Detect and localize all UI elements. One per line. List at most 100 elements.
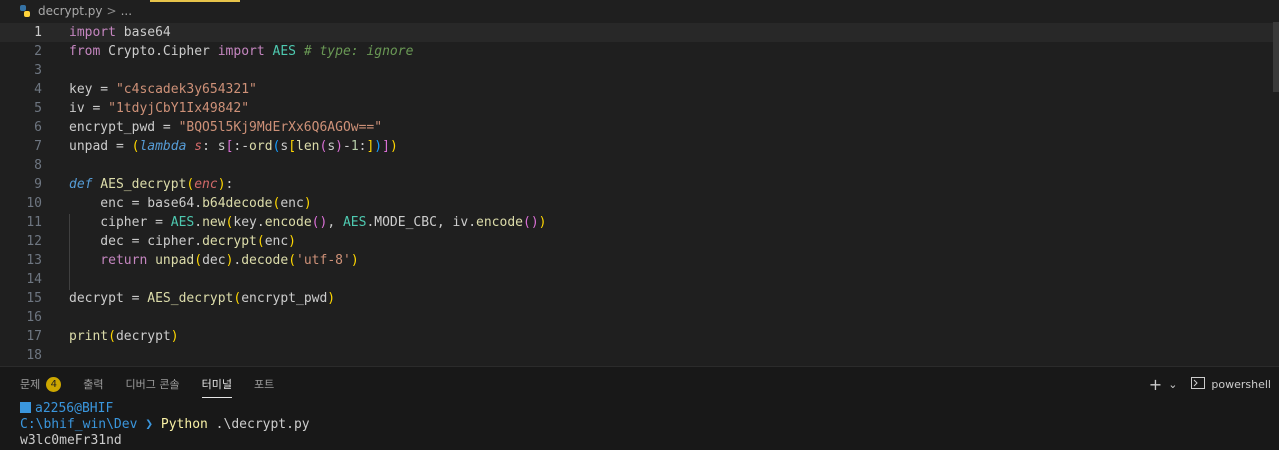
panel-tabs: 문제 4 출력 디버그 콘솔 터미널 포트 [20, 375, 296, 398]
breadcrumb-more[interactable]: ... [121, 4, 132, 18]
code-line[interactable]: 11 cipher = AES.new(key.encode(), AES.MO… [0, 213, 1279, 232]
code-token: . [194, 215, 203, 230]
code-token: iv = [69, 101, 109, 116]
code-token: "BQO5l5Kj9MdErXx6Q6AGOw==" [178, 120, 383, 135]
code-text: key = "c4scadek3y654321" [69, 80, 257, 99]
code-line[interactable]: 8 [0, 156, 1279, 175]
code-line[interactable]: 15 decrypt = AES_decrypt(encrypt_pwd) [0, 289, 1279, 308]
line-number: 13 [26, 253, 42, 268]
code-token: AES [170, 215, 195, 230]
line-number: 7 [34, 139, 42, 154]
code-line[interactable]: 1 import base64 [0, 23, 1279, 42]
terminal-command: Python [160, 417, 208, 432]
code-token: # type: ignore [296, 44, 414, 59]
line-number: 5 [34, 101, 42, 116]
terminal-output[interactable]: a2256@BHIF C:\bhif_win\Dev ❯ Python .\de… [20, 401, 310, 449]
code-token: encrypt_pwd [241, 291, 328, 306]
code-token: ) [288, 234, 296, 249]
code-token: "1tdyjCbY1Ix49842" [108, 101, 250, 116]
code-token: encode [264, 215, 312, 230]
code-line[interactable]: 9 def AES_decrypt(enc): [0, 175, 1279, 194]
code-token: enc [264, 234, 289, 249]
breadcrumb: decrypt.py > ... [0, 0, 1279, 22]
code-token: len [296, 139, 320, 154]
tab-problems[interactable]: 문제 4 [20, 375, 62, 397]
new-terminal-button[interactable]: + [1149, 375, 1162, 394]
code-token: enc [280, 196, 304, 211]
code-token: : [225, 177, 234, 192]
code-token: AES_decrypt [147, 291, 234, 306]
code-token: ) [538, 215, 547, 230]
code-line[interactable]: 12 dec = cipher.decrypt(enc) [0, 232, 1279, 251]
code-text: import base64 [69, 23, 171, 42]
code-token: ) [303, 196, 312, 211]
code-token: ( [194, 253, 203, 268]
line-number: 9 [34, 177, 42, 192]
code-text: dec = cipher.decrypt(enc) [69, 232, 296, 251]
code-text: cipher = AES.new(key.encode(), AES.MODE_… [69, 213, 546, 232]
tab-ports[interactable]: 포트 [254, 375, 274, 397]
terminal-shell-label[interactable]: powershell [1211, 378, 1271, 391]
code-line[interactable]: 3 [0, 61, 1279, 80]
code-token: def [69, 177, 93, 192]
tab-debug-console[interactable]: 디버그 콘솔 [126, 375, 180, 397]
code-text: from Crypto.Cipher import AES # type: ig… [69, 42, 413, 61]
line-number: 1 [34, 25, 42, 40]
breadcrumb-file[interactable]: decrypt.py [38, 4, 103, 18]
code-token: b64decode [202, 196, 273, 211]
code-line[interactable]: 14 [0, 270, 1279, 289]
code-token: key = [69, 82, 116, 97]
code-token: ) [217, 177, 226, 192]
code-line[interactable]: 5 iv = "1tdyjCbY1Ix49842" [0, 99, 1279, 118]
code-token: dec [202, 253, 226, 268]
line-number: 11 [26, 215, 42, 230]
code-line[interactable]: 18 [0, 346, 1279, 365]
code-line[interactable]: 16 [0, 308, 1279, 327]
editor-scrollbar[interactable] [1273, 22, 1279, 92]
code-token: [ [288, 139, 297, 154]
code-line[interactable]: 2 from Crypto.Cipher import AES # type: i… [0, 42, 1279, 61]
code-text: unpad = (lambda s: s[:-ord(s[len(s)-1:])… [69, 137, 398, 156]
code-token: ) [374, 139, 383, 154]
code-token: decrypt [115, 329, 171, 344]
tab-output[interactable]: 출력 [83, 375, 103, 397]
code-text: decrypt = AES_decrypt(encrypt_pwd) [69, 289, 335, 308]
code-token: () [523, 215, 539, 230]
code-token: , [327, 215, 343, 230]
terminal-prompt-icon [20, 402, 31, 413]
code-token: ord [249, 139, 273, 154]
code-token: cipher = [69, 215, 171, 230]
code-editor[interactable]: 1 import base64 2 from Crypto.Cipher import… [0, 22, 1279, 366]
line-number: 14 [26, 272, 42, 287]
code-line[interactable]: 17 print(decrypt) [0, 327, 1279, 346]
code-token: () [311, 215, 328, 230]
code-token: : s [202, 139, 226, 154]
code-token: 'utf-8' [296, 253, 351, 268]
tab-debug-console-label: 디버그 콘솔 [125, 378, 180, 391]
code-token: base64 [115, 25, 171, 40]
tab-terminal[interactable]: 터미널 [201, 375, 232, 398]
code-line[interactable]: 7 unpad = (lambda s: s[:-ord(s[len(s)-1:]… [0, 137, 1279, 156]
code-line[interactable]: 6 encrypt_pwd = "BQO5l5Kj9MdErXx6Q6AGOw==… [0, 118, 1279, 137]
code-line[interactable]: 4 key = "c4scadek3y654321" [0, 80, 1279, 99]
code-token: ) [389, 139, 398, 154]
code-token: decode [241, 253, 289, 268]
line-number: 2 [34, 44, 42, 59]
terminal-shell-icon [1191, 377, 1206, 392]
code-token: ( [108, 329, 116, 344]
code-token: unpad = [69, 139, 132, 154]
tab-terminal-label: 터미널 [201, 378, 232, 391]
code-token: .MODE_CBC, iv. [366, 215, 477, 230]
code-token: ) [335, 139, 343, 154]
line-number: 3 [34, 63, 42, 78]
code-token: AES [342, 215, 367, 230]
code-token: ) [327, 291, 336, 306]
line-number: 16 [26, 310, 42, 325]
code-line[interactable]: 10 enc = base64.b64decode(enc) [0, 194, 1279, 213]
terminal-dropdown-button[interactable]: ⌄ [1168, 378, 1177, 391]
breadcrumb-separator: > [106, 4, 117, 18]
code-token: ( [288, 253, 297, 268]
code-token: - [342, 139, 351, 154]
line-number: 8 [34, 158, 42, 173]
code-line[interactable]: 13 return unpad(dec).decode('utf-8') [0, 251, 1279, 270]
